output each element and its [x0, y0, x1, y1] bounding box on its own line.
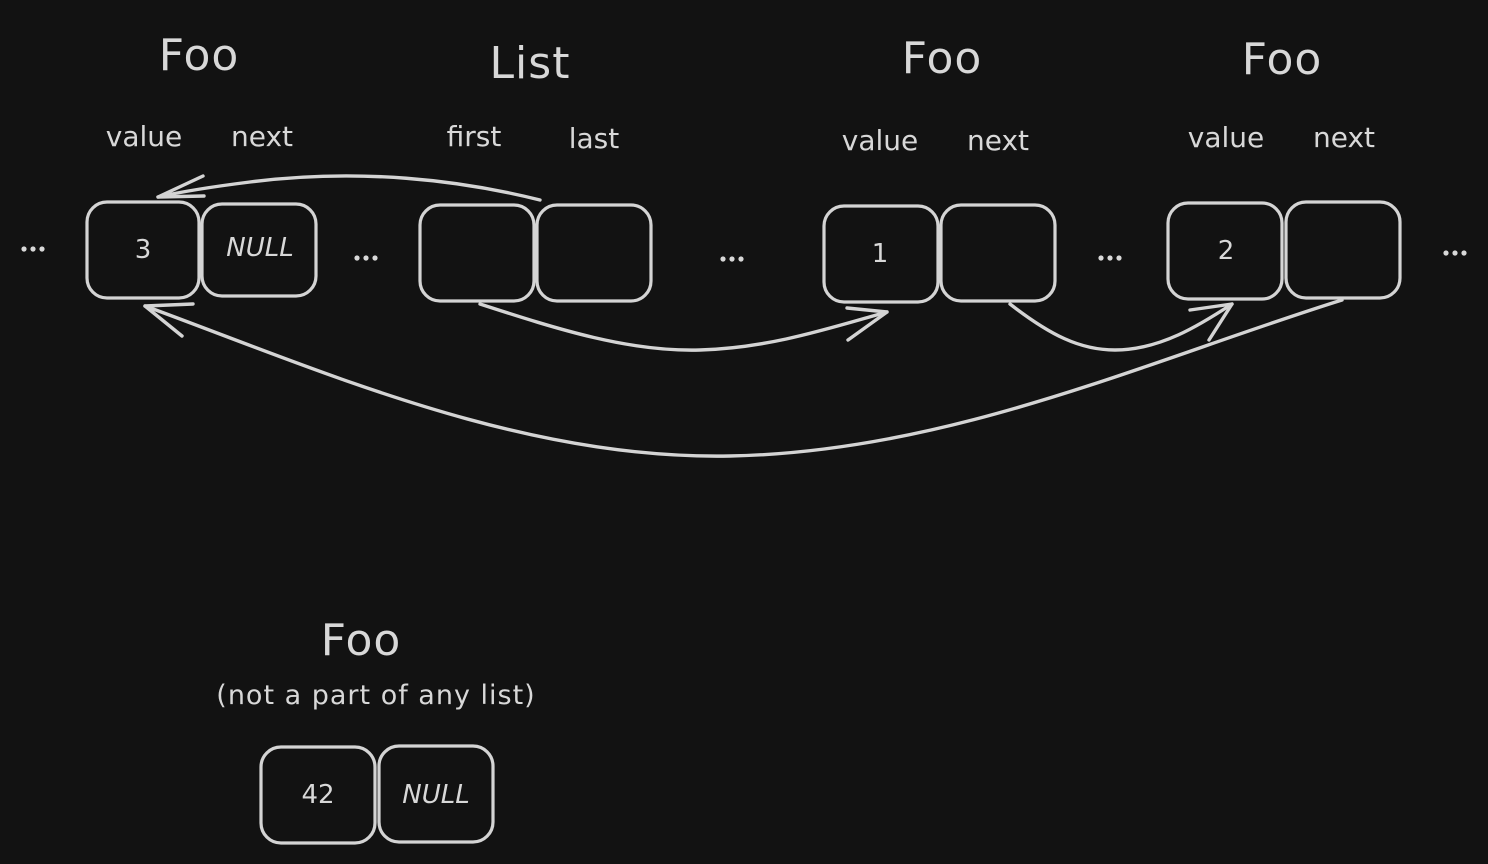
pointer-arrow-foo-c-next-to-foo-a: [143, 298, 1344, 458]
diagram-canvas: Foo List Foo Foo value next first last v…: [21, 30, 1467, 845]
ellipsis-icon: [1098, 255, 1122, 261]
ellipsis-icon: [1443, 250, 1467, 256]
struct-list: [418, 203, 653, 303]
struct-title-foo-c: Foo: [1242, 34, 1323, 85]
cell-next-text: NULL: [402, 780, 469, 810]
field-label-value: value: [1188, 121, 1264, 154]
ellipsis-icon: [354, 255, 378, 261]
struct-foo-b: 1: [822, 203, 1057, 304]
field-label-next: next: [967, 124, 1029, 157]
struct-title-foo-a: Foo: [159, 30, 240, 81]
cell-next: [939, 203, 1057, 303]
struct-title-list: List: [490, 38, 571, 89]
ellipsis-icon: [720, 256, 744, 262]
field-label-next: next: [1313, 121, 1375, 154]
struct-note: (not a part of any list): [216, 680, 535, 711]
cell-value-text: 3: [135, 235, 152, 265]
field-label-next: next: [231, 120, 293, 153]
pointer-arrow-foo-b-next-to-foo-c: [1008, 302, 1234, 352]
struct-foo-a: 3 NULL: [85, 200, 318, 300]
cell-last: [535, 203, 653, 303]
cell-next-text: NULL: [226, 233, 293, 263]
field-label-last: last: [569, 122, 620, 155]
field-label-value: value: [842, 124, 918, 157]
field-label-value: value: [106, 120, 182, 153]
cell-first: [418, 203, 536, 303]
cell-value-text: 1: [872, 239, 889, 269]
cell-value-text: 42: [301, 780, 334, 810]
struct-foo-c: 2: [1166, 200, 1402, 301]
struct-foo-d: 42 NULL: [259, 744, 495, 845]
struct-title-foo-d: Foo: [321, 615, 402, 666]
cell-next: [1284, 200, 1402, 300]
field-label-first: first: [447, 120, 502, 153]
struct-title-foo-b: Foo: [902, 33, 983, 84]
cell-value-text: 2: [1218, 236, 1235, 266]
pointer-arrow-first-to-foo-b: [478, 302, 889, 352]
pointer-arrow-last-to-foo-a: [156, 174, 542, 202]
ellipsis-icon: [21, 246, 45, 252]
